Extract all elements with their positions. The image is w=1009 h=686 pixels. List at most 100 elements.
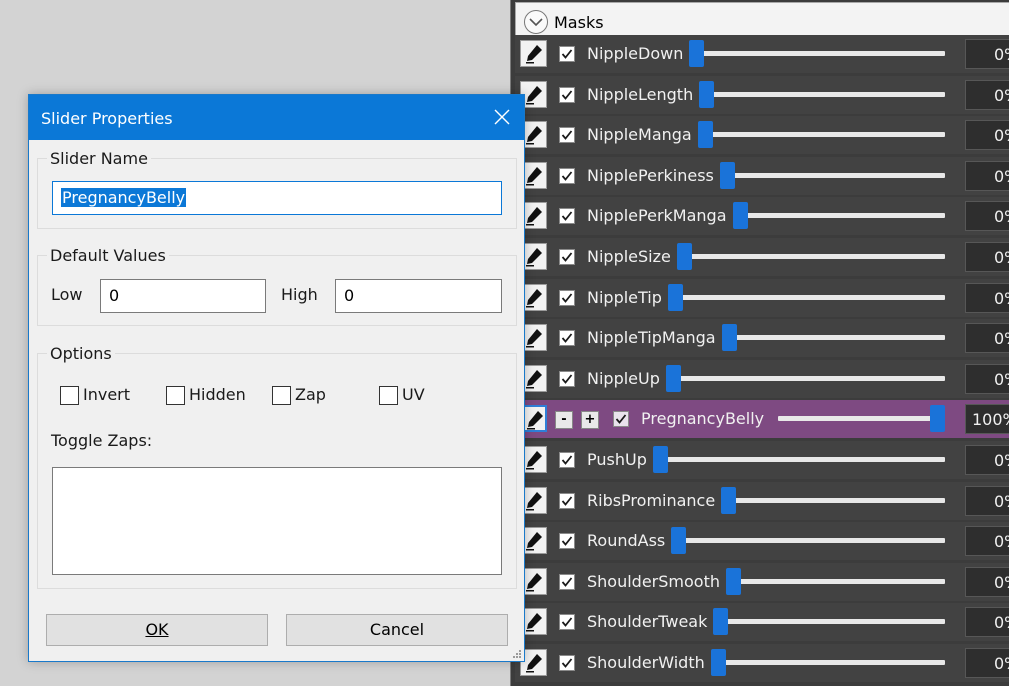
slider-thumb[interactable] bbox=[698, 121, 713, 148]
toggle-zaps-list[interactable] bbox=[52, 467, 502, 575]
resize-grip-icon[interactable] bbox=[512, 649, 522, 659]
pencil-icon[interactable] bbox=[520, 40, 547, 67]
zap-checkbox[interactable] bbox=[272, 386, 291, 405]
slider-thumb[interactable] bbox=[720, 162, 735, 189]
slider-percent-field[interactable]: 0% bbox=[965, 39, 1009, 69]
slider-track[interactable] bbox=[726, 579, 945, 584]
invert-checkbox[interactable] bbox=[60, 386, 79, 405]
slider-enable-checkbox[interactable] bbox=[559, 127, 575, 143]
slider-percent-field[interactable]: 0% bbox=[965, 445, 1009, 475]
slider-row[interactable]: NippleUp 0% bbox=[515, 360, 1009, 398]
slider-track[interactable] bbox=[666, 376, 945, 381]
slider-row[interactable]: -+ PregnancyBelly 100% bbox=[515, 400, 1009, 438]
slider-row[interactable]: NipplePerkManga 0% bbox=[515, 197, 1009, 235]
slider-track[interactable] bbox=[778, 416, 945, 421]
slider-thumb[interactable] bbox=[733, 202, 748, 229]
high-input[interactable]: 0 bbox=[335, 279, 502, 313]
slider-enable-checkbox[interactable] bbox=[559, 533, 575, 549]
slider-row[interactable]: NippleManga 0% bbox=[515, 116, 1009, 154]
slider-name: ShoulderTweak bbox=[587, 612, 708, 631]
hidden-checkbox[interactable] bbox=[166, 386, 185, 405]
slider-track[interactable] bbox=[689, 51, 945, 56]
slider-enable-checkbox[interactable] bbox=[559, 330, 575, 346]
slider-thumb[interactable] bbox=[713, 608, 728, 635]
slider-percent-field[interactable]: 0% bbox=[965, 607, 1009, 637]
chevron-down-circle-icon[interactable] bbox=[524, 10, 548, 34]
slider-track[interactable] bbox=[698, 132, 945, 137]
slider-percent-field[interactable]: 0% bbox=[965, 567, 1009, 597]
slider-row[interactable]: RoundAss 0% bbox=[515, 522, 1009, 560]
slider-enable-checkbox[interactable] bbox=[559, 493, 575, 509]
slider-enable-checkbox[interactable] bbox=[559, 208, 575, 224]
slider-row[interactable]: RibsProminance 0% bbox=[515, 482, 1009, 520]
slider-thumb[interactable] bbox=[671, 527, 686, 554]
slider-row[interactable]: NippleDown 0% bbox=[515, 35, 1009, 73]
slider-enable-checkbox[interactable] bbox=[559, 168, 575, 184]
ok-button[interactable]: OK bbox=[46, 614, 268, 646]
plus-button[interactable]: + bbox=[581, 411, 599, 429]
uv-checkbox[interactable] bbox=[379, 386, 398, 405]
slider-row[interactable]: ShoulderSmooth 0% bbox=[515, 563, 1009, 601]
slider-track[interactable] bbox=[671, 538, 945, 543]
slider-row[interactable]: NippleLength 0% bbox=[515, 76, 1009, 114]
slider-track[interactable] bbox=[653, 457, 945, 462]
slider-enable-checkbox[interactable] bbox=[559, 655, 575, 671]
slider-percent-field[interactable]: 0% bbox=[965, 161, 1009, 191]
slider-track[interactable] bbox=[668, 295, 945, 300]
slider-name: NippleTip bbox=[587, 288, 662, 307]
dialog-titlebar[interactable]: Slider Properties bbox=[29, 95, 524, 140]
slider-track[interactable] bbox=[711, 660, 945, 665]
slider-row[interactable]: ShoulderWidth 0% bbox=[515, 644, 1009, 682]
slider-percent-field[interactable]: 0% bbox=[965, 80, 1009, 110]
slider-percent-field[interactable]: 0% bbox=[965, 201, 1009, 231]
slider-track[interactable] bbox=[699, 92, 945, 97]
slider-percent-field[interactable]: 0% bbox=[965, 648, 1009, 678]
slider-thumb[interactable] bbox=[666, 365, 681, 392]
slider-thumb[interactable] bbox=[722, 324, 737, 351]
slider-enable-checkbox[interactable] bbox=[559, 87, 575, 103]
slider-thumb[interactable] bbox=[677, 243, 692, 270]
slider-thumb[interactable] bbox=[726, 568, 741, 595]
slider-thumb[interactable] bbox=[668, 284, 683, 311]
slider-percent-field[interactable]: 0% bbox=[965, 323, 1009, 353]
slider-thumb[interactable] bbox=[721, 487, 736, 514]
slider-name-input[interactable]: PregnancyBelly bbox=[52, 181, 502, 215]
slider-thumb[interactable] bbox=[699, 81, 714, 108]
slider-enable-checkbox[interactable] bbox=[559, 614, 575, 630]
slider-percent-field[interactable]: 0% bbox=[965, 526, 1009, 556]
slider-thumb[interactable] bbox=[689, 40, 704, 67]
slider-track[interactable] bbox=[720, 173, 945, 178]
slider-percent-field[interactable]: 0% bbox=[965, 120, 1009, 150]
slider-track[interactable] bbox=[722, 335, 945, 340]
slider-enable-checkbox[interactable] bbox=[559, 46, 575, 62]
slider-track[interactable] bbox=[721, 498, 945, 503]
slider-enable-checkbox[interactable] bbox=[559, 574, 575, 590]
close-icon[interactable] bbox=[492, 107, 512, 127]
slider-row[interactable]: ShoulderTweak 0% bbox=[515, 603, 1009, 641]
slider-percent-field[interactable]: 100% bbox=[965, 404, 1009, 434]
slider-row[interactable]: NippleSize 0% bbox=[515, 238, 1009, 276]
slider-row[interactable]: PushUp 0% bbox=[515, 441, 1009, 479]
slider-enable-checkbox[interactable] bbox=[559, 290, 575, 306]
slider-percent-field[interactable]: 0% bbox=[965, 283, 1009, 313]
slider-row[interactable]: NipplePerkiness 0% bbox=[515, 157, 1009, 195]
slider-enable-checkbox[interactable] bbox=[559, 452, 575, 468]
slider-thumb[interactable] bbox=[711, 649, 726, 676]
low-input[interactable]: 0 bbox=[100, 279, 266, 313]
slider-enable-checkbox[interactable] bbox=[613, 411, 629, 427]
slider-track[interactable] bbox=[713, 619, 945, 624]
slider-thumb[interactable] bbox=[930, 405, 945, 432]
slider-track[interactable] bbox=[733, 213, 945, 218]
slider-thumb[interactable] bbox=[653, 446, 668, 473]
ok-button-label: OK bbox=[145, 620, 169, 639]
slider-row[interactable]: NippleTipManga 0% bbox=[515, 319, 1009, 357]
cancel-button[interactable]: Cancel bbox=[286, 614, 508, 646]
slider-percent-field[interactable]: 0% bbox=[965, 242, 1009, 272]
slider-row[interactable]: NippleTip 0% bbox=[515, 279, 1009, 317]
slider-percent-field[interactable]: 0% bbox=[965, 364, 1009, 394]
slider-track[interactable] bbox=[677, 254, 945, 259]
slider-enable-checkbox[interactable] bbox=[559, 249, 575, 265]
slider-percent-field[interactable]: 0% bbox=[965, 486, 1009, 516]
minus-button[interactable]: - bbox=[555, 411, 573, 429]
slider-enable-checkbox[interactable] bbox=[559, 371, 575, 387]
